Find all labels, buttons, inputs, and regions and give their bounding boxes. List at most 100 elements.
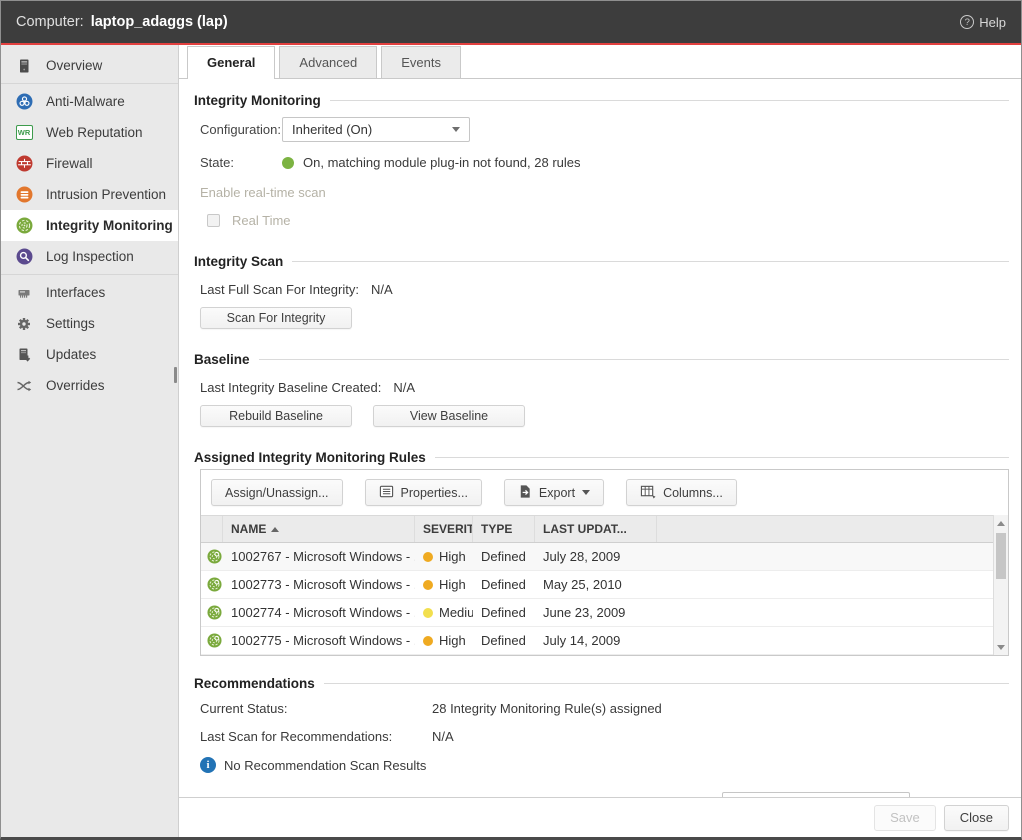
- window-title-computer-name: laptop_adaggs (lap): [91, 14, 228, 30]
- section-rule: [259, 359, 1009, 360]
- rules-table-header: NAME SEVERIT... TYPE LAST UPDAT...: [201, 515, 1008, 543]
- chevron-down-icon: [452, 127, 460, 132]
- realtime-checkbox-label: Real Time: [232, 213, 291, 228]
- configuration-select[interactable]: Inherited (On): [282, 117, 470, 142]
- window-title-prefix: Computer:: [16, 14, 84, 30]
- configuration-label: Configuration:: [200, 122, 282, 137]
- sidebar-item-label: Integrity Monitoring: [46, 218, 173, 233]
- sidebar-resize-handle[interactable]: [174, 367, 177, 383]
- table-row[interactable]: 1002774 - Microsoft Windows - ... Medium…: [201, 599, 1008, 627]
- columns-button[interactable]: Columns...: [626, 479, 737, 506]
- rule-type: Defined: [473, 577, 535, 592]
- scroll-down-arrow[interactable]: [994, 640, 1008, 654]
- sidebar-item-label: Intrusion Prevention: [46, 187, 166, 202]
- no-recommendation-results-label: No Recommendation Scan Results: [224, 758, 426, 773]
- rules-table: NAME SEVERIT... TYPE LAST UPDAT...: [201, 515, 1008, 655]
- sidebar-item-interfaces[interactable]: Interfaces: [1, 277, 178, 308]
- web-reputation-icon: WR: [15, 124, 33, 142]
- general-tab-content: Integrity Monitoring Configuration: Inhe…: [179, 79, 1021, 797]
- table-row[interactable]: 1002767 - Microsoft Windows - ... High D…: [201, 543, 1008, 571]
- assign-unassign-label: Assign/Unassign...: [225, 486, 329, 500]
- column-header-filler: [657, 516, 992, 542]
- footer-bar: Save Close: [179, 797, 1021, 837]
- severity-dot: [423, 552, 433, 562]
- section-rule: [435, 457, 1009, 458]
- properties-button[interactable]: Properties...: [365, 479, 482, 506]
- chevron-down-icon: [582, 490, 590, 495]
- sidebar-item-updates[interactable]: Updates: [1, 339, 178, 370]
- sidebar-item-intrusion-prevention[interactable]: Intrusion Prevention: [1, 179, 178, 210]
- column-header-icon[interactable]: [201, 516, 223, 542]
- tab-events[interactable]: Events: [381, 46, 461, 78]
- scroll-up-arrow[interactable]: [994, 516, 1008, 530]
- anti-malware-icon: [15, 93, 33, 111]
- tab-advanced[interactable]: Advanced: [279, 46, 377, 78]
- integrity-monitoring-icon: [15, 217, 33, 235]
- severity-dot: [423, 636, 433, 646]
- last-baseline-created-label: Last Integrity Baseline Created:: [200, 380, 381, 395]
- column-header-last-updated[interactable]: LAST UPDAT...: [535, 516, 657, 542]
- table-row[interactable]: 1002775 - Microsoft Windows - ... High D…: [201, 627, 1008, 655]
- table-row[interactable]: 1002773 - Microsoft Windows - ... High D…: [201, 571, 1008, 599]
- firewall-icon: [15, 155, 33, 173]
- rule-last-updated: July 28, 2009: [535, 549, 657, 564]
- severity-dot: [423, 580, 433, 590]
- table-vertical-scrollbar[interactable]: [993, 515, 1008, 655]
- sidebar-item-label: Anti-Malware: [46, 94, 125, 109]
- last-baseline-created-value: N/A: [393, 380, 415, 395]
- computer-details-window: Computer: laptop_adaggs (lap) ? Help Ove…: [0, 0, 1022, 840]
- sidebar-item-overrides[interactable]: Overrides: [1, 370, 178, 401]
- sidebar-item-anti-malware[interactable]: Anti-Malware: [1, 86, 178, 117]
- interfaces-icon: [15, 284, 33, 302]
- overrides-icon: [15, 377, 33, 395]
- sidebar-item-label: Overview: [46, 58, 102, 73]
- section-title-integrity-scan: Integrity Scan: [194, 254, 283, 269]
- integrity-rule-icon: [201, 577, 223, 592]
- help-button[interactable]: ? Help: [960, 15, 1006, 30]
- export-button[interactable]: Export: [504, 479, 604, 506]
- sidebar-item-log-inspection[interactable]: Log Inspection: [1, 241, 178, 272]
- rule-last-updated: July 14, 2009: [535, 633, 657, 648]
- rule-last-updated: June 23, 2009: [535, 605, 657, 620]
- current-status-value: 28 Integrity Monitoring Rule(s) assigned: [432, 701, 662, 716]
- sort-ascending-icon: [271, 527, 279, 532]
- rebuild-baseline-button[interactable]: Rebuild Baseline: [200, 405, 352, 427]
- rule-type: Defined: [473, 633, 535, 648]
- scrollbar-thumb[interactable]: [996, 533, 1006, 579]
- sidebar-item-label: Settings: [46, 316, 95, 331]
- sidebar-divider: [1, 83, 178, 84]
- current-status-label: Current Status:: [200, 701, 432, 716]
- column-header-severity[interactable]: SEVERIT...: [415, 516, 473, 542]
- column-header-type-label: TYPE: [481, 522, 512, 536]
- sidebar-item-overview[interactable]: Overview: [1, 50, 178, 81]
- sidebar-item-label: Web Reputation: [46, 125, 143, 140]
- rule-name: 1002773 - Microsoft Windows - ...: [223, 577, 415, 592]
- rule-name: 1002775 - Microsoft Windows - ...: [223, 633, 415, 648]
- last-scan-recommendations-value: N/A: [432, 729, 454, 744]
- help-icon: ?: [960, 15, 974, 29]
- section-rule: [324, 683, 1009, 684]
- integrity-rule-icon: [201, 549, 223, 564]
- tab-bar: General Advanced Events: [179, 45, 1021, 79]
- rule-last-updated: May 25, 2010: [535, 577, 657, 592]
- column-header-name-label: NAME: [231, 522, 266, 536]
- save-button: Save: [874, 805, 936, 831]
- sidebar-item-firewall[interactable]: Firewall: [1, 148, 178, 179]
- tab-general[interactable]: General: [187, 46, 275, 79]
- sidebar-item-integrity-monitoring[interactable]: Integrity Monitoring: [1, 210, 178, 241]
- configuration-value: Inherited (On): [292, 122, 372, 137]
- sidebar-item-settings[interactable]: Settings: [1, 308, 178, 339]
- scan-for-integrity-button[interactable]: Scan For Integrity: [200, 307, 352, 329]
- properties-label: Properties...: [401, 486, 468, 500]
- column-header-type[interactable]: TYPE: [473, 516, 535, 542]
- assign-unassign-button[interactable]: Assign/Unassign...: [211, 479, 343, 506]
- rule-name: 1002774 - Microsoft Windows - ...: [223, 605, 415, 620]
- severity-dot: [423, 608, 433, 618]
- column-header-name[interactable]: NAME: [223, 516, 415, 542]
- sidebar-item-label: Firewall: [46, 156, 93, 171]
- close-button[interactable]: Close: [944, 805, 1009, 831]
- enable-realtime-scan-label: Enable real-time scan: [200, 185, 326, 200]
- view-baseline-button[interactable]: View Baseline: [373, 405, 525, 427]
- sidebar-item-web-reputation[interactable]: WR Web Reputation: [1, 117, 178, 148]
- realtime-checkbox[interactable]: [207, 214, 220, 227]
